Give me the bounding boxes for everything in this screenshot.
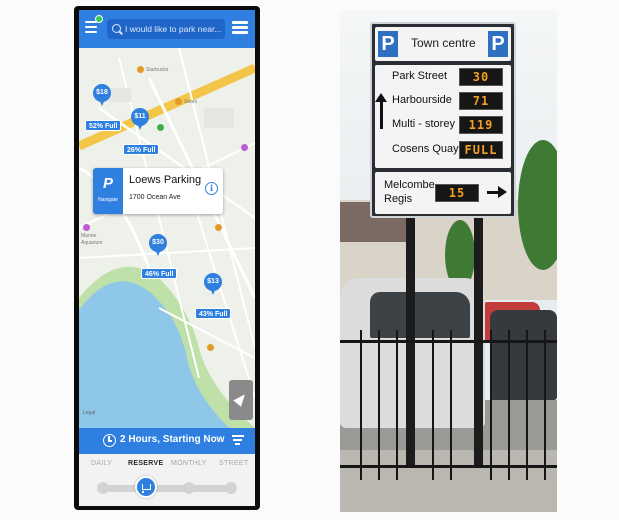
slider-stop-monthly[interactable] — [183, 482, 195, 494]
callout-address: 1700 Ocean Ave — [129, 194, 181, 201]
poi-starbucks-icon[interactable] — [137, 66, 144, 73]
sign-footer: Melcombe Regis 15 — [375, 172, 511, 214]
cart-icon — [142, 484, 151, 493]
right-arrow-icon — [487, 186, 507, 198]
slider-stop-daily[interactable] — [97, 482, 109, 494]
car-park-name: Melcombe Regis — [384, 179, 435, 205]
search-placeholder: I would like to park near... — [125, 24, 222, 34]
info-icon[interactable]: i — [205, 182, 218, 195]
phone-frame: I would like to park near... Starbucks S… — [74, 6, 260, 510]
parking-pin[interactable]: $18 — [93, 84, 111, 106]
up-arrow-icon — [375, 93, 387, 129]
parking-mode-selector: DAILY RESERVE MONTHLY STREET — [79, 454, 255, 506]
search-icon — [112, 24, 121, 33]
map-label-marine: Marine — [81, 233, 97, 239]
list-icon[interactable] — [232, 21, 248, 37]
pin-occupancy: 52% Full — [85, 120, 122, 131]
poi-food-icon[interactable] — [215, 224, 222, 231]
railing — [340, 340, 557, 343]
car-park-name: Park Street — [392, 70, 448, 82]
map-label-aquarium: Aquarium — [81, 240, 103, 246]
poi-cafe-icon[interactable] — [207, 344, 214, 351]
callout-title: Loews Parking — [129, 174, 202, 186]
space-count: FULL — [459, 141, 503, 159]
poi-park-icon[interactable] — [157, 124, 164, 131]
mode-slider-track[interactable] — [97, 485, 237, 492]
car-park-name: Multi - storey — [392, 118, 455, 130]
parking-guidance-sign: P Town centre P Park Street 30 Harboursi… — [370, 22, 516, 218]
filter-icon[interactable] — [232, 435, 244, 447]
navigate-label: Navigate — [98, 197, 118, 203]
parking-pin[interactable]: $30 — [149, 234, 167, 256]
car-park-name: Cosens Quay — [392, 143, 459, 155]
app-top-bar: I would like to park near... — [79, 10, 255, 48]
poi-sears-icon[interactable] — [175, 98, 182, 105]
space-count: 71 — [459, 92, 503, 110]
slider-handle-reserve[interactable] — [135, 476, 157, 498]
poi-shop-icon[interactable] — [241, 144, 248, 151]
pin-occupancy: 46% Full — [141, 268, 178, 279]
space-count: 30 — [459, 68, 503, 86]
slider-stop-street[interactable] — [225, 482, 237, 494]
mode-reserve[interactable]: RESERVE — [128, 460, 163, 467]
navigate-icon: P — [102, 175, 113, 192]
mode-daily[interactable]: DAILY — [91, 460, 112, 467]
parking-pin[interactable]: $13 — [204, 273, 222, 295]
map-label-sears: Sears — [184, 99, 198, 105]
parking-pin[interactable]: $11 — [131, 108, 149, 130]
parking-p-icon: P — [488, 31, 508, 57]
poi-aquarium-icon[interactable] — [83, 224, 90, 231]
parking-app-screen: I would like to park near... Starbucks S… — [79, 10, 255, 506]
sign-car-park-list: Park Street 30 Harbourside 71 Multi - st… — [375, 65, 511, 168]
sign-header: P Town centre P — [375, 27, 511, 61]
composite-image: I would like to park near... Starbucks S… — [0, 0, 619, 520]
parking-sign-photo: P Town centre P Park Street 30 Harboursi… — [340, 10, 557, 512]
space-count: 15 — [435, 184, 479, 202]
sign-title: Town centre — [411, 36, 476, 50]
mode-street[interactable]: STREET — [219, 460, 248, 467]
navigate-button[interactable]: P Navigate — [93, 168, 123, 214]
notification-dot — [95, 15, 103, 23]
parked-car — [490, 310, 557, 400]
map-legal-link[interactable]: Legal — [83, 410, 95, 416]
duration-bar[interactable]: 2 Hours, Starting Now — [79, 428, 255, 454]
clock-icon — [103, 434, 116, 447]
menu-icon[interactable] — [83, 15, 103, 38]
map-label-starbucks: Starbucks — [146, 67, 169, 73]
pin-occupancy: 26% Full — [123, 144, 160, 155]
parking-p-icon: P — [378, 31, 398, 57]
parking-callout[interactable]: P Navigate Loews Parking 1700 Ocean Ave … — [93, 168, 223, 214]
parking-map[interactable]: Starbucks Sears Marine Aquarium $18 52% … — [79, 48, 255, 428]
search-input[interactable]: I would like to park near... — [107, 19, 225, 39]
location-arrow-icon[interactable] — [229, 380, 253, 420]
pin-occupancy: 43% Full — [195, 308, 232, 319]
mode-monthly[interactable]: MONTHLY — [171, 460, 207, 467]
duration-label: 2 Hours, Starting Now — [120, 434, 225, 445]
space-count: 119 — [459, 116, 503, 134]
car-park-name: Harbourside — [392, 94, 452, 106]
